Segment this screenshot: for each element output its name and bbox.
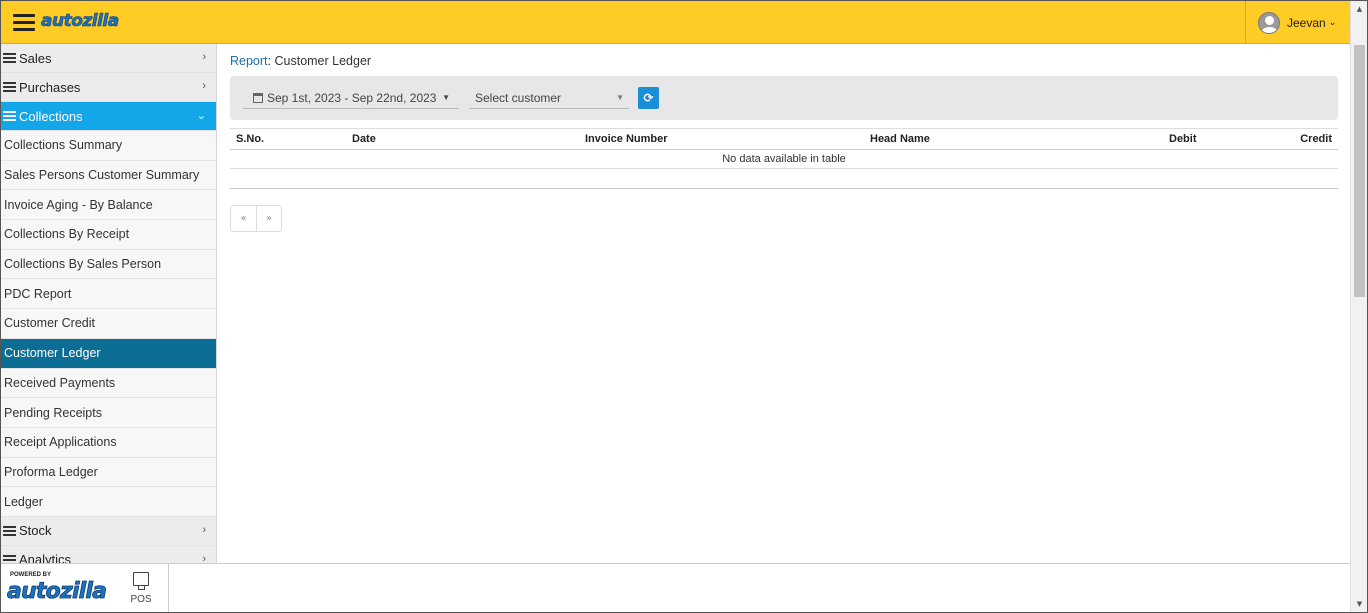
user-name: Jeevan <box>1287 15 1326 30</box>
column-header-debit[interactable]: Debit <box>1169 133 1197 145</box>
sidebar-item-collections-by-sales-person[interactable]: Collections By Sales Person <box>1 249 216 280</box>
pagination: « » <box>230 205 282 232</box>
table-divider <box>230 188 1338 189</box>
sidebar-group-label: Analytics <box>19 552 72 563</box>
scroll-up-arrow-icon[interactable]: ▲ <box>1351 1 1367 17</box>
page-scrollbar[interactable]: ▲ ▼ <box>1350 1 1367 612</box>
chevron-right-icon: › <box>202 523 206 536</box>
pagination-prev-button[interactable]: « <box>231 206 256 231</box>
column-header-date[interactable]: Date <box>352 133 376 145</box>
scrollbar-thumb[interactable] <box>1354 45 1365 297</box>
table-header: S.No. Date Invoice Number Head Name Debi… <box>230 128 1338 150</box>
sidebar-item-invoice-aging[interactable]: Invoice Aging - By Balance <box>1 190 216 221</box>
column-header-credit[interactable]: Credit <box>1300 133 1332 145</box>
caret-down-icon: ▼ <box>442 93 450 102</box>
breadcrumb: Report: Customer Ledger <box>230 54 371 68</box>
powered-by-text: POWERED BY <box>10 572 52 578</box>
chevron-right-icon: › <box>202 80 206 92</box>
list-icon <box>3 111 16 121</box>
sidebar-group-label: Purchases <box>19 79 81 95</box>
column-header-head-name[interactable]: Head Name <box>870 133 930 145</box>
list-icon <box>3 53 16 63</box>
ledger-table: S.No. Date Invoice Number Head Name Debi… <box>230 128 1338 169</box>
sidebar-item-received-payments[interactable]: Received Payments <box>1 368 216 399</box>
date-range-picker[interactable]: Sep 1st, 2023 - Sep 22nd, 2023 ▼ <box>243 88 459 109</box>
chevron-right-icon: › <box>202 51 206 63</box>
breadcrumb-current: Customer Ledger <box>271 54 372 68</box>
main-content: Report: Customer Ledger Sep 1st, 2023 - … <box>218 44 1350 563</box>
scroll-down-arrow-icon[interactable]: ▼ <box>1351 596 1367 612</box>
app-logo[interactable]: autozilla <box>41 11 120 32</box>
customer-select-value: Select customer <box>475 91 562 105</box>
sidebar-item-pdc-report[interactable]: PDC Report <box>1 279 216 310</box>
chevron-down-icon: ⌄ <box>196 110 206 122</box>
pos-terminal-icon <box>133 572 149 590</box>
list-icon <box>3 82 16 92</box>
app-window: autozilla Jeevan ⌄ Sales › Purchases › C… <box>0 0 1368 613</box>
refresh-button[interactable]: ⟳ <box>638 87 659 109</box>
sidebar-item-customer-ledger[interactable]: Customer Ledger <box>1 338 216 369</box>
avatar <box>1258 11 1280 34</box>
sidebar-group-purchases[interactable]: Purchases › <box>1 73 216 102</box>
sidebar-item-pending-receipts[interactable]: Pending Receipts <box>1 398 216 428</box>
sidebar-item-receipt-applications[interactable]: Receipt Applications <box>1 427 216 458</box>
menu-toggle-icon[interactable] <box>13 14 35 31</box>
sidebar-group-label: Sales <box>19 50 52 66</box>
chevron-down-icon: ⌄ <box>1328 17 1337 28</box>
pagination-next-button[interactable]: » <box>256 206 281 231</box>
sidebar-group-label: Collections <box>19 108 83 124</box>
date-range-value: Sep 1st, 2023 - Sep 22nd, 2023 <box>267 91 437 105</box>
refresh-icon: ⟳ <box>643 91 654 105</box>
chevron-right-icon: › <box>202 552 206 563</box>
list-icon <box>3 554 16 563</box>
breadcrumb-report-link[interactable]: Report <box>230 54 268 68</box>
column-header-invoice-number[interactable]: Invoice Number <box>585 133 668 145</box>
footer-brand: POWERED BY autozilla POS <box>1 564 169 612</box>
top-header: autozilla Jeevan ⌄ <box>1 1 1350 44</box>
sidebar-item-sales-persons-customer-summary[interactable]: Sales Persons Customer Summary <box>1 160 216 191</box>
sidebar-item-collections-summary[interactable]: Collections Summary <box>1 131 216 161</box>
footer-logo: autozilla <box>7 579 108 605</box>
sidebar-item-customer-credit[interactable]: Customer Credit <box>1 309 216 339</box>
sidebar-item-ledger[interactable]: Ledger <box>1 487 216 517</box>
pos-button[interactable]: POS <box>127 572 155 608</box>
list-icon <box>3 525 16 536</box>
pos-label: POS <box>130 594 152 605</box>
caret-down-icon: ▼ <box>616 93 624 102</box>
filter-bar: Sep 1st, 2023 - Sep 22nd, 2023 ▼ Select … <box>230 76 1338 120</box>
table-empty-message: No data available in table <box>230 150 1338 169</box>
sidebar-group-collections[interactable]: Collections ⌄ <box>1 102 216 131</box>
sidebar-group-label: Stock <box>19 523 52 539</box>
sidebar-item-proforma-ledger[interactable]: Proforma Ledger <box>1 457 216 488</box>
column-header-sno[interactable]: S.No. <box>236 133 264 145</box>
sidebar-item-collections-by-receipt[interactable]: Collections By Receipt <box>1 220 216 250</box>
calendar-icon <box>253 93 263 103</box>
sidebar: Sales › Purchases › Collections ⌄ Collec… <box>1 44 217 563</box>
customer-select[interactable]: Select customer ▼ <box>469 88 629 109</box>
footer-bar: POWERED BY autozilla POS <box>1 563 1350 612</box>
sidebar-group-analytics[interactable]: Analytics › <box>1 546 216 563</box>
user-menu[interactable]: Jeevan ⌄ <box>1245 1 1350 44</box>
sidebar-group-stock[interactable]: Stock › <box>1 517 216 546</box>
sidebar-group-sales[interactable]: Sales › <box>1 44 216 73</box>
